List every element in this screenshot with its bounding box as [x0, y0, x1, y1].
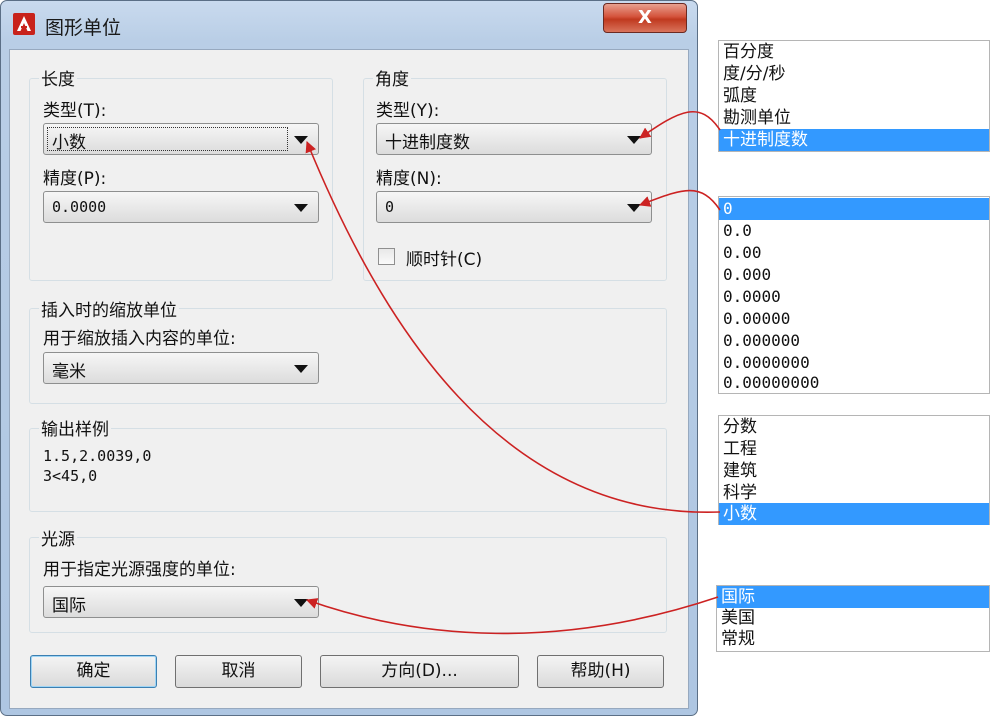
dropdown-arrow-icon — [294, 599, 308, 607]
length-type-value: 小数 — [52, 133, 86, 153]
length-type-dropdown[interactable]: 小数 — [43, 123, 319, 155]
dropdown-arrow-icon — [627, 204, 641, 212]
list-item-selected[interactable]: 小数 — [719, 503, 989, 525]
insertion-units-value: 毫米 — [52, 362, 86, 382]
angle-type-label: 类型(Y): — [376, 101, 440, 121]
sample-output-group — [29, 428, 667, 512]
dropdown-arrow-icon — [294, 204, 308, 212]
direction-button[interactable]: 方向(D)... — [320, 655, 519, 688]
dialog-body: 长度 类型(T): 小数 精度(P): 0.0000 角度 类型(Y): 十进制… — [9, 49, 689, 709]
list-item-selected[interactable]: 十进制度数 — [719, 129, 989, 151]
length-precision-label: 精度(P): — [43, 169, 107, 189]
sample-group-label: 输出样例 — [39, 415, 111, 440]
dropdown-arrow-icon — [627, 136, 641, 144]
help-button[interactable]: 帮助(H) — [537, 655, 664, 688]
length-precision-value: 0.0000 — [52, 198, 107, 216]
angle-type-dropdown[interactable]: 十进制度数 — [376, 123, 652, 155]
length-precision-dropdown[interactable]: 0.0000 — [43, 191, 319, 223]
lighting-units-value: 国际 — [52, 596, 86, 616]
cancel-button[interactable]: 取消 — [175, 655, 302, 688]
angle-precision-label: 精度(N): — [376, 169, 442, 189]
close-button[interactable]: X — [603, 3, 687, 33]
title-bar[interactable]: 图形单位 X — [1, 1, 697, 49]
list-item[interactable]: 0.00000 — [723, 308, 790, 330]
angle-precision-dropdown[interactable]: 0 — [376, 191, 652, 223]
list-item[interactable]: 0.00000000 — [723, 372, 819, 394]
list-item[interactable]: 0.000 — [723, 264, 771, 286]
dropdown-arrow-icon — [294, 136, 308, 144]
list-item[interactable]: 0.0 — [723, 220, 752, 242]
angle-type-option-list: 百分度 度/分/秒 弧度 勘测单位 十进制度数 — [718, 40, 990, 152]
units-dialog: 图形单位 X 长度 类型(T): 小数 精度(P): 0.0000 角度 类型(… — [0, 0, 698, 716]
angle-type-value: 十进制度数 — [385, 133, 470, 153]
list-item[interactable]: 建筑 — [723, 460, 757, 482]
list-item[interactable]: 0.0000 — [723, 286, 781, 308]
insertion-desc: 用于缩放插入内容的单位: — [43, 329, 236, 349]
insertion-units-dropdown[interactable]: 毫米 — [43, 352, 319, 384]
lighting-desc: 用于指定光源强度的单位: — [43, 560, 236, 580]
list-item[interactable]: 度/分/秒 — [723, 63, 785, 85]
list-item[interactable]: 勘测单位 — [723, 107, 791, 129]
list-item[interactable]: 0.0000000 — [723, 352, 810, 374]
clockwise-checkbox[interactable] — [378, 248, 395, 265]
lighting-group-label: 光源 — [39, 525, 77, 550]
ok-button[interactable]: 确定 — [30, 655, 157, 688]
list-item[interactable]: 工程 — [723, 438, 757, 460]
list-item-selected[interactable]: 国际 — [717, 586, 989, 608]
dropdown-arrow-icon — [294, 365, 308, 373]
list-item[interactable]: 弧度 — [723, 85, 757, 107]
insertion-group-label: 插入时的缩放单位 — [39, 296, 179, 321]
list-item-selected[interactable]: 0 — [719, 198, 989, 220]
list-item[interactable]: 0.00 — [723, 242, 762, 264]
lighting-group — [29, 537, 667, 633]
sample-line-2: 3<45,0 — [43, 467, 98, 485]
clockwise-label[interactable]: 顺时针(C) — [406, 245, 482, 270]
length-group-label: 长度 — [39, 65, 77, 90]
lighting-units-dropdown[interactable]: 国际 — [43, 586, 319, 618]
list-item[interactable]: 分数 — [723, 416, 757, 438]
autocad-logo-icon — [13, 13, 35, 35]
dialog-title: 图形单位 — [45, 17, 122, 39]
angle-precision-option-list: 0 0.0 0.00 0.000 0.0000 0.00000 0.000000… — [718, 196, 990, 394]
length-type-option-list: 分数 工程 建筑 科学 小数 — [718, 415, 990, 525]
list-item[interactable]: 百分度 — [723, 41, 774, 63]
list-item[interactable]: 美国 — [721, 607, 755, 629]
list-item[interactable]: 科学 — [723, 482, 757, 504]
list-item[interactable]: 0.000000 — [723, 330, 800, 352]
list-item[interactable]: 常规 — [721, 628, 755, 650]
angle-precision-value: 0 — [385, 198, 395, 216]
close-icon: X — [638, 7, 652, 28]
length-type-label: 类型(T): — [43, 101, 107, 121]
angle-group-label: 角度 — [373, 65, 411, 90]
lighting-option-list: 国际 美国 常规 — [716, 585, 990, 652]
sample-line-1: 1.5,2.0039,0 — [43, 447, 152, 465]
